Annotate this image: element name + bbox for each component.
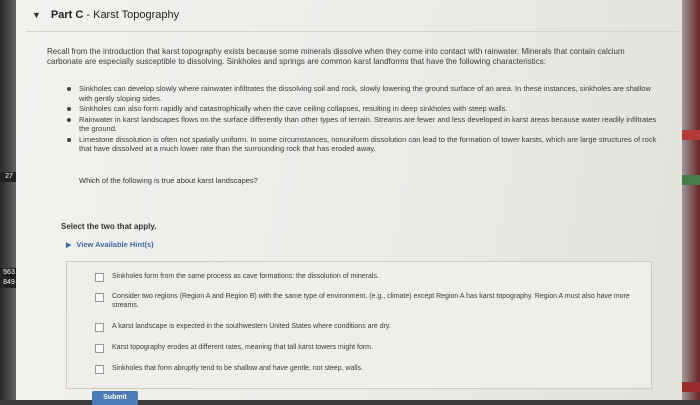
submit-button[interactable]: Submit xyxy=(92,391,138,405)
intro-paragraph: Recall from the introduction that karst … xyxy=(47,47,625,66)
edge-tab xyxy=(682,382,700,392)
option-label: A karst landscape is expected in the sou… xyxy=(112,323,391,330)
chevron-down-icon[interactable]: ▼ xyxy=(32,10,41,20)
option-label: Karst topography erodes at different rat… xyxy=(112,344,373,351)
option-checkbox[interactable] xyxy=(95,293,104,302)
divider xyxy=(26,31,682,32)
answer-option[interactable]: Karst topography erodes at different rat… xyxy=(95,343,642,353)
edge-tab xyxy=(682,175,700,185)
answer-option[interactable]: Sinkholes that form abruptly tend to be … xyxy=(95,364,642,374)
list-item: Sinkholes can develop slowly where rainw… xyxy=(63,84,659,103)
characteristics-list: Sinkholes can develop slowly where rainw… xyxy=(63,84,659,155)
option-checkbox[interactable] xyxy=(95,344,104,353)
answer-option[interactable]: A karst landscape is expected in the sou… xyxy=(95,322,642,332)
option-label: Sinkholes that form abruptly tend to be … xyxy=(112,365,363,372)
part-title: Part C - Karst Topography xyxy=(50,9,180,21)
list-item: Sinkholes can also form rapidly and cata… xyxy=(63,104,659,114)
right-screen-edge xyxy=(682,0,700,400)
part-header[interactable]: ▼ Part C - Karst Topography xyxy=(32,9,179,21)
answer-options-box: Sinkholes form from the same process as … xyxy=(66,261,652,389)
option-checkbox[interactable] xyxy=(95,365,104,374)
view-hints-link[interactable]: ▶ View Available Hint(s) xyxy=(66,240,154,249)
answer-option[interactable]: Sinkholes form from the same process as … xyxy=(95,272,642,282)
option-label: Consider two regions (Region A and Regio… xyxy=(112,293,630,309)
option-checkbox[interactable] xyxy=(95,323,104,332)
instruction-text: Select the two that apply. xyxy=(61,222,157,231)
option-checkbox[interactable] xyxy=(95,273,104,282)
list-item: Rainwater in karst landscapes flows on t… xyxy=(63,115,659,134)
question-page: ▼ Part C - Karst Topography Recall from … xyxy=(16,0,683,405)
option-label: Sinkholes form from the same process as … xyxy=(112,273,379,280)
hints-label: View Available Hint(s) xyxy=(76,240,154,249)
question-text: Which of the following is true about kar… xyxy=(79,176,258,185)
list-item: Limestone dissolution is often not spati… xyxy=(63,135,659,154)
answer-option[interactable]: Consider two regions (Region A and Regio… xyxy=(95,292,642,310)
edge-tab xyxy=(682,130,700,140)
triangle-right-icon: ▶ xyxy=(66,241,72,249)
